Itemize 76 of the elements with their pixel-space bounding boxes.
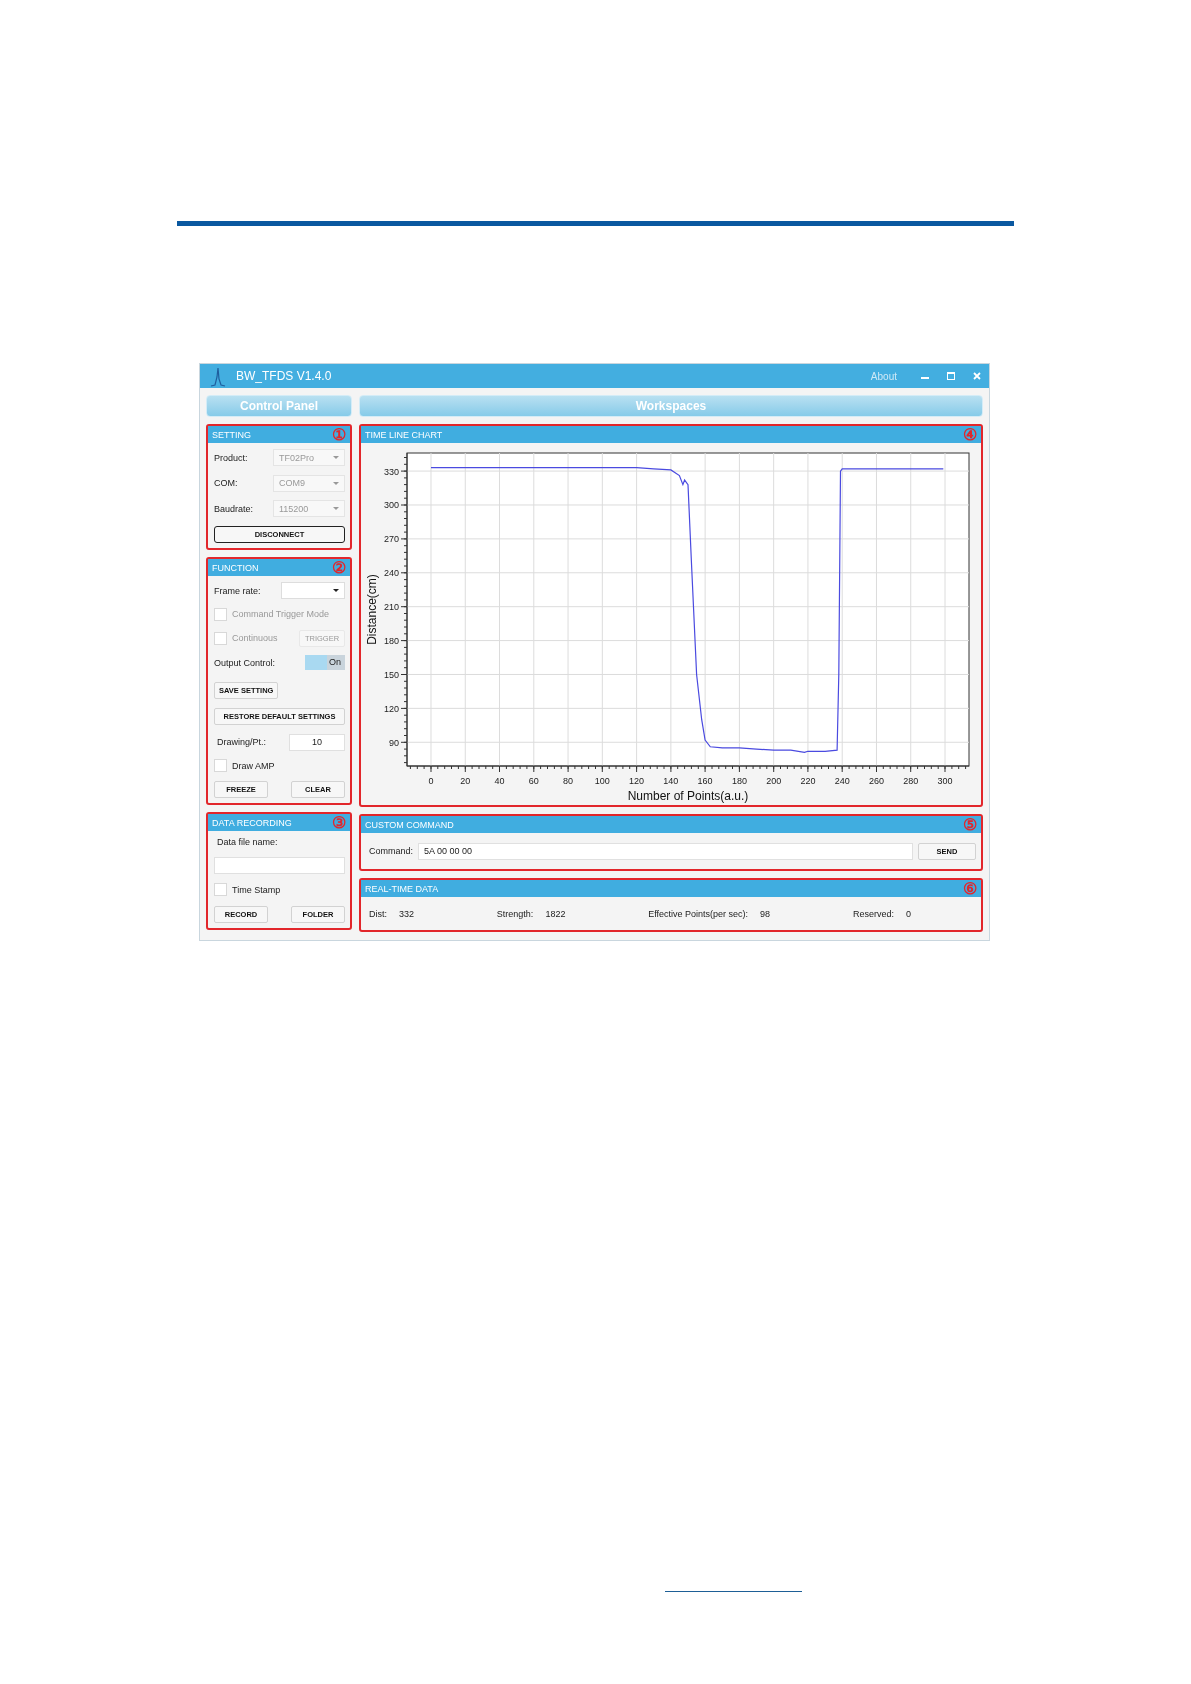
field-label: COM: [214, 478, 238, 489]
tick-label: 80 [563, 776, 574, 786]
callout-number: ① [332, 426, 346, 443]
callout-number: ④ [963, 426, 977, 443]
data-value: 0 [905, 908, 911, 919]
tick-label: 260 [868, 776, 884, 786]
waveform-logo-icon [210, 367, 226, 387]
caret-icon [333, 589, 339, 592]
tick-label: 200 [766, 776, 782, 786]
field-label: Frame rate: [214, 585, 261, 596]
input-field[interactable]: 5A 00 00 00 [418, 842, 913, 860]
tick-label: 60 [528, 776, 539, 786]
callout-number: ⑤ [963, 816, 977, 833]
tick-label: 120 [629, 776, 645, 786]
checkbox-label: Draw AMP [232, 760, 275, 771]
checkbox[interactable] [214, 759, 227, 773]
input-field[interactable]: 10 [289, 733, 345, 751]
tick-label: 180 [731, 776, 747, 786]
checkbox-label: Command Trigger Mode [232, 609, 330, 620]
input-field[interactable] [214, 856, 345, 874]
tick-label: 20 [460, 776, 471, 786]
tick-label: 270 [383, 534, 399, 545]
tick-label: 150 [383, 669, 399, 680]
tick-label: 180 [383, 636, 399, 647]
window-title: BW_TFDS V1.4.0 [236, 369, 332, 383]
checkbox-label: Time Stamp [232, 884, 281, 895]
panel-header: Control Panel [206, 395, 352, 417]
section-title: DATA RECORDING [212, 817, 292, 828]
field-label: Drawing/Pt.: [216, 737, 267, 747]
tick-label: 330 [383, 466, 399, 477]
close-icon[interactable] [973, 372, 981, 380]
tick-label: 300 [383, 500, 399, 511]
callout-number: ⑥ [963, 880, 977, 897]
field-label: Data file name: [216, 837, 279, 847]
section-title: REAL-TIME DATA [365, 883, 439, 894]
tick-label: 120 [383, 703, 399, 714]
tick-label: 240 [383, 568, 399, 579]
axis-title: Distance(cm) [365, 574, 379, 645]
field-label: Baudrate: [214, 503, 254, 514]
dropdown[interactable] [281, 582, 345, 599]
section-title: TIME LINE CHART [365, 429, 443, 440]
data-label: Effective Points(per sec): [648, 908, 749, 919]
caret-icon [333, 481, 339, 485]
section-title: SETTING [212, 429, 251, 440]
tick-label: 220 [800, 776, 816, 786]
axis-title: Number of Points(a.u.) [627, 789, 749, 803]
tick-label: 160 [697, 776, 713, 786]
data-value: 332 [399, 908, 415, 919]
tick-label: 240 [834, 776, 850, 786]
tick-label: 140 [663, 776, 679, 786]
data-label: Dist: [369, 908, 387, 919]
field-label: Command: [369, 846, 413, 856]
tick-label: 300 [937, 776, 953, 786]
data-value: 98 [760, 908, 771, 919]
checkbox-label: Continuous [232, 633, 278, 643]
section-title: FUNCTION [212, 562, 259, 573]
caret-icon [333, 456, 339, 459]
section-title: CUSTOM COMMAND [365, 819, 454, 830]
data-label: Reserved: [852, 908, 894, 919]
tick-label: 40 [494, 776, 505, 786]
tick-label: 280 [903, 776, 919, 786]
tick-label: 90 [389, 737, 399, 748]
tick-label: 100 [594, 776, 610, 786]
toggle-switch[interactable]: On [305, 655, 345, 671]
panel-header: Workspaces [359, 395, 983, 417]
callout-number: ③ [332, 814, 346, 831]
checkbox[interactable] [214, 883, 227, 897]
data-label: Strength: [496, 908, 534, 919]
maximize-icon[interactable] [947, 372, 955, 380]
field-label: Product: [214, 452, 248, 463]
field-label: Output Control: [214, 657, 276, 668]
tick-label: 210 [383, 602, 399, 613]
callout-number: ② [332, 559, 346, 576]
tick-label: 0 [428, 776, 434, 786]
data-value: 1822 [545, 908, 566, 919]
caret-icon [333, 507, 339, 511]
